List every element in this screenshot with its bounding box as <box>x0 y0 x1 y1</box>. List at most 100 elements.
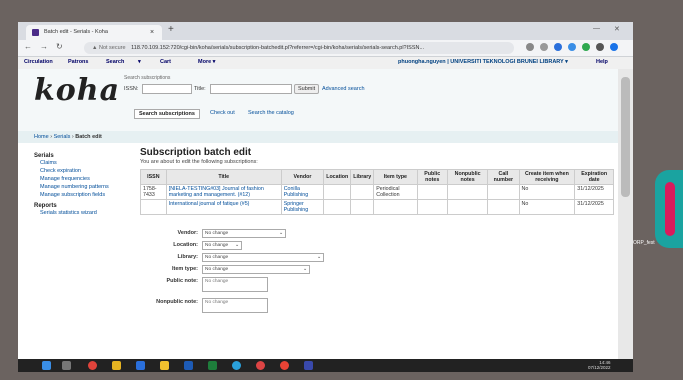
task-view-icon[interactable] <box>62 361 71 370</box>
col-location[interactable]: Location <box>323 169 352 185</box>
store-icon[interactable] <box>136 361 145 370</box>
main-content: Subscription batch edit You are about to… <box>140 147 616 215</box>
browser-tab[interactable]: Batch edit - Serials - Koha × <box>26 25 162 40</box>
close-window-icon[interactable]: ✕ <box>614 25 620 33</box>
table-header-row: ISSN Title Vendor Location Library Item … <box>140 169 614 185</box>
tab-check-out[interactable]: Check out <box>210 110 235 116</box>
library-select[interactable]: No change ⌄ <box>202 253 324 262</box>
tab-search-subscriptions[interactable]: Search subscriptions <box>134 109 200 119</box>
start-icon[interactable] <box>42 361 51 370</box>
screen: Batch edit - Serials - Koha × + — ✕ ← → … <box>18 22 633 372</box>
telegram-icon[interactable] <box>232 361 241 370</box>
itemtype-select[interactable]: No change ⌄ <box>202 265 310 274</box>
minimize-icon[interactable]: — <box>593 25 600 32</box>
subscriptions-table: ISSN Title Vendor Location Library Item … <box>140 169 614 215</box>
share-icon[interactable] <box>526 43 534 51</box>
chrome-profile-icon[interactable] <box>280 361 289 370</box>
nav-cart[interactable]: Cart <box>160 59 171 65</box>
page-scrollbar[interactable] <box>618 69 633 359</box>
issn-label: ISSN: <box>124 86 139 92</box>
url-text: 118.70.109.152:720/cgi-bin/koha/serials/… <box>131 45 425 51</box>
cell-issn <box>140 199 167 215</box>
table-row: 1758-7433 [NIELA-TESTING#03] Journal of … <box>140 184 614 200</box>
nav-search-dropdown[interactable]: ▾ <box>138 59 141 65</box>
sidebar-item-numbering[interactable]: Manage numbering patterns <box>34 183 134 191</box>
title-input[interactable] <box>210 84 292 94</box>
app-logo-decoration <box>655 170 683 248</box>
word-icon[interactable] <box>184 361 193 370</box>
cell-title: International journal of fatique (#5) <box>165 199 282 215</box>
sidebar-item-check-expiration[interactable]: Check expiration <box>34 167 134 175</box>
breadcrumb-home[interactable]: Home <box>34 134 49 140</box>
puzzle-icon[interactable] <box>596 43 604 51</box>
sidebar-item-fields[interactable]: Manage subscription fields <box>34 191 134 199</box>
cell-public-notes <box>416 184 448 200</box>
col-itemtype[interactable]: Item type <box>373 169 418 185</box>
extension-icon[interactable] <box>554 43 562 51</box>
vendor-link[interactable]: Springer Publishing <box>284 201 308 213</box>
form-row-location: Location: No change ⌄ <box>140 241 610 252</box>
col-vendor[interactable]: Vendor <box>280 169 325 185</box>
breadcrumb-serials[interactable]: Serials <box>54 134 71 140</box>
sidebar-item-frequencies[interactable]: Manage frequencies <box>34 175 134 183</box>
cell-create-item: No <box>518 184 576 200</box>
col-public-notes[interactable]: Public notes <box>416 169 448 185</box>
sidebar-item-claims[interactable]: Claims <box>34 159 134 167</box>
chrome-icon[interactable] <box>88 361 97 370</box>
cell-location <box>323 184 352 200</box>
public-note-textarea[interactable]: No change <box>202 277 268 292</box>
tab-search-catalog[interactable]: Search the catalog <box>248 110 294 116</box>
col-expiration[interactable]: Expiration date <box>574 169 614 185</box>
submit-button[interactable]: Submit <box>294 84 320 94</box>
reload-icon[interactable]: ↻ <box>56 42 63 51</box>
clock[interactable]: 14:46 07/12/2022 <box>588 360 611 370</box>
extension-icon[interactable] <box>568 43 576 51</box>
issn-input[interactable] <box>142 84 192 94</box>
back-icon[interactable]: ← <box>24 42 32 51</box>
logged-in-user[interactable]: phuongha.nguyen | UNIVERSITI TEKNOLOGI B… <box>398 59 568 65</box>
nav-more[interactable]: More ▾ <box>198 59 215 65</box>
col-call-number[interactable]: Call number <box>487 169 520 185</box>
extension-icon[interactable] <box>582 43 590 51</box>
new-tab-button[interactable]: + <box>168 24 174 35</box>
subscription-title-link[interactable]: International journal of fatique (#5) <box>169 201 250 207</box>
col-library[interactable]: Library <box>350 169 375 185</box>
koha-page: koha Search subscriptions ISSN: Title: S… <box>18 69 618 359</box>
file-explorer-icon[interactable] <box>112 361 121 370</box>
nonpublic-note-textarea[interactable]: No change <box>202 298 268 313</box>
vendor-select[interactable]: No change ⌄ <box>202 229 286 238</box>
url-bar[interactable]: ▲ Not secure 118.70.109.152:720/cgi-bin/… <box>84 42 514 54</box>
tab-close-icon[interactable]: × <box>150 25 154 40</box>
nav-help[interactable]: Help <box>596 59 608 65</box>
sidebar-item-stats-wizard[interactable]: Serials statistics wizard <box>34 209 134 217</box>
col-title[interactable]: Title <box>165 169 282 185</box>
app-icon[interactable] <box>304 361 313 370</box>
location-select[interactable]: No change ⌄ <box>202 241 242 250</box>
col-nonpublic-notes[interactable]: Nonpublic notes <box>446 169 489 185</box>
cell-expiration: 31/12/2025 <box>574 199 614 215</box>
col-issn[interactable]: ISSN <box>140 169 167 185</box>
table-row: International journal of fatique (#5) Sp… <box>140 199 614 215</box>
advanced-search-link[interactable]: Advanced search <box>322 86 365 92</box>
cell-vendor: Springer Publishing <box>280 199 325 215</box>
chevron-down-icon: ⌄ <box>302 267 307 272</box>
nav-patrons[interactable]: Patrons <box>68 59 88 65</box>
nav-circulation[interactable]: Circulation <box>24 59 53 65</box>
app-icon[interactable] <box>160 361 169 370</box>
excel-icon[interactable] <box>208 361 217 370</box>
nonpublic-note-label: Nonpublic note: <box>156 299 198 305</box>
nav-search[interactable]: Search <box>106 59 124 65</box>
col-create-item[interactable]: Create item when receiving <box>518 169 576 185</box>
app-icon[interactable] <box>256 361 265 370</box>
cell-issn: 1758-7433 <box>140 184 167 200</box>
profile-icon[interactable] <box>610 43 618 51</box>
form-row-public-note: Public note: No change <box>140 277 610 297</box>
scrollbar-thumb[interactable] <box>621 77 630 197</box>
star-icon[interactable] <box>540 43 548 51</box>
vendor-link[interactable]: Conilla Publishing <box>284 186 308 198</box>
subscription-title-link[interactable]: [NIELA-TESTING#03] Journal of fashion ma… <box>169 186 264 198</box>
form-row-nonpublic-note: Nonpublic note: No change <box>140 298 610 318</box>
itemtype-label: Item type: <box>172 266 198 272</box>
koha-logo[interactable]: koha <box>34 73 120 108</box>
forward-icon[interactable]: → <box>40 42 48 51</box>
